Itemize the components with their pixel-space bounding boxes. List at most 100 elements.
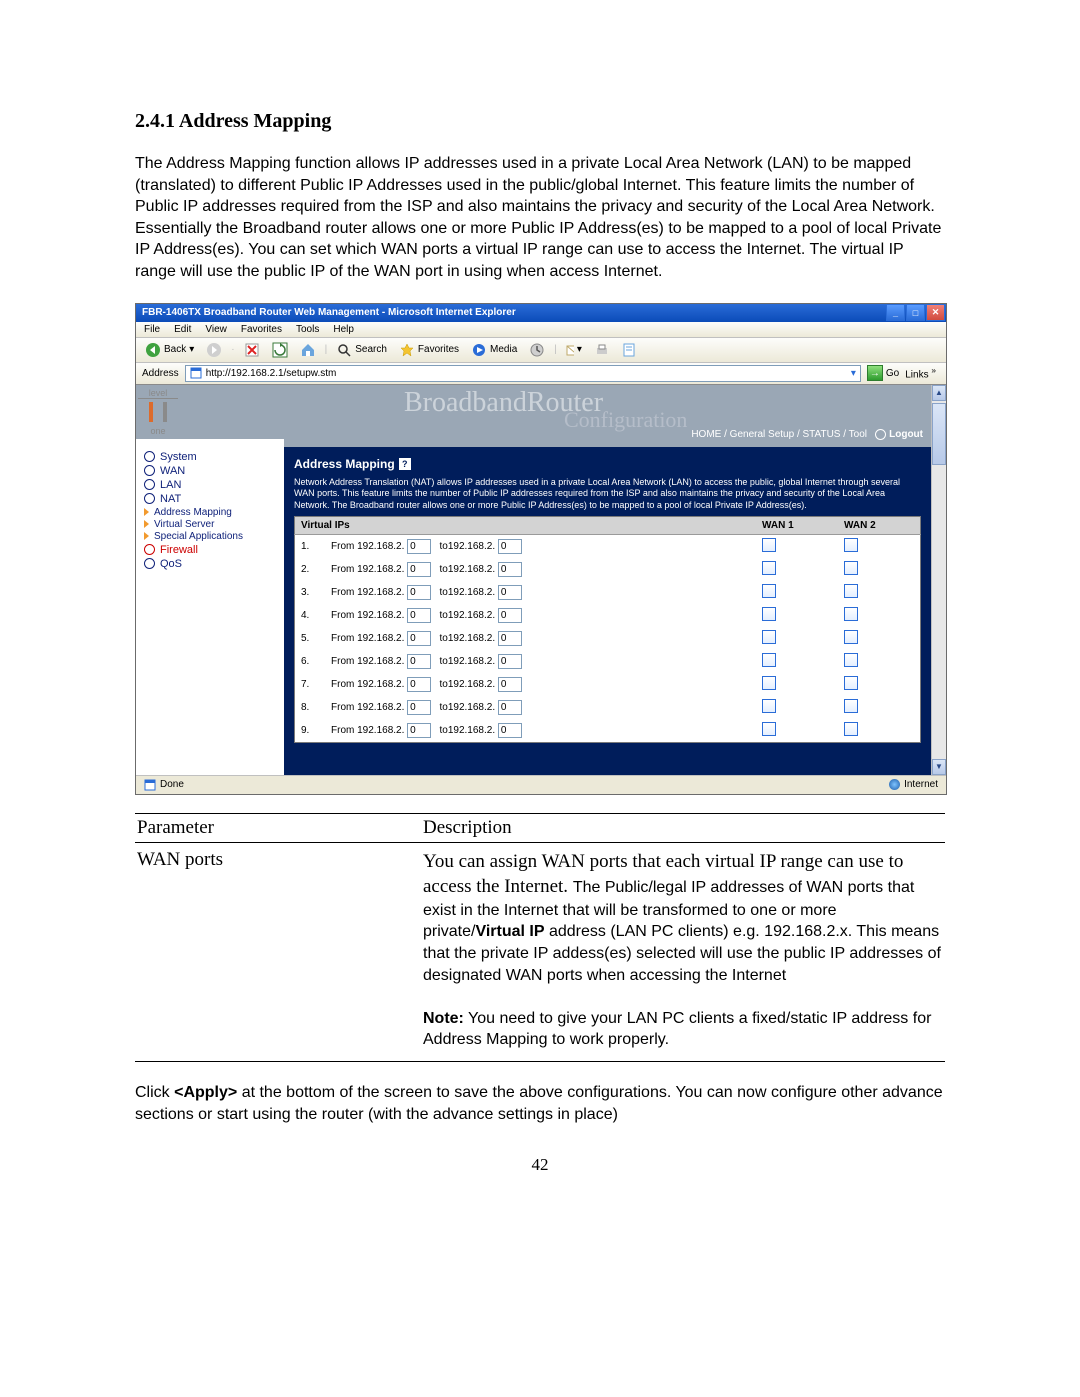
- virtual-ip-table: Virtual IPs WAN 1 WAN 2 1.From 192.168.2…: [294, 516, 921, 743]
- wan1-cell: [756, 604, 838, 627]
- help-icon[interactable]: ?: [399, 458, 411, 470]
- breadcrumb: HOME / General Setup / STATUS / Tool Log…: [691, 429, 923, 440]
- history-button[interactable]: [526, 341, 548, 359]
- wan2-checkbox[interactable]: [844, 538, 858, 552]
- from-input[interactable]: 0: [407, 562, 431, 577]
- menu-favorites[interactable]: Favorites: [241, 324, 282, 335]
- crumb-home[interactable]: HOME: [691, 430, 721, 441]
- table-row: 9.From 192.168.2. 0 to192.168.2. 0: [295, 719, 921, 743]
- print-button[interactable]: [591, 341, 613, 359]
- wan2-checkbox[interactable]: [844, 584, 858, 598]
- favorites-button[interactable]: Favorites: [396, 341, 462, 359]
- table-row: 1.From 192.168.2. 0 to192.168.2. 0: [295, 534, 921, 558]
- scrollbar[interactable]: ▲ ▼: [931, 385, 946, 775]
- stop-button[interactable]: [241, 341, 263, 359]
- menu-tools[interactable]: Tools: [296, 324, 319, 335]
- sidebar-item-firewall[interactable]: Firewall: [144, 544, 278, 556]
- wan1-checkbox[interactable]: [762, 607, 776, 621]
- panel-title: Address Mapping ?: [294, 457, 921, 471]
- scroll-down-button[interactable]: ▼: [932, 759, 946, 775]
- crumb-setup[interactable]: General Setup: [730, 430, 795, 441]
- wan2-cell: [838, 604, 921, 627]
- menu-file[interactable]: File: [144, 324, 160, 335]
- menu-view[interactable]: View: [205, 324, 227, 335]
- edit-button[interactable]: [619, 341, 641, 359]
- wan1-cell: [756, 627, 838, 650]
- from-input[interactable]: 0: [407, 631, 431, 646]
- crumb-tool[interactable]: Tool: [849, 430, 867, 441]
- links-button[interactable]: Links »: [905, 365, 940, 380]
- back-button[interactable]: Back ▾: [142, 341, 197, 359]
- row-number: 8.: [295, 696, 326, 719]
- from-input[interactable]: 0: [407, 608, 431, 623]
- home-button[interactable]: [297, 341, 319, 359]
- from-input[interactable]: 0: [407, 677, 431, 692]
- wan1-checkbox[interactable]: [762, 722, 776, 736]
- wan1-checkbox[interactable]: [762, 538, 776, 552]
- to-input[interactable]: 0: [498, 654, 522, 669]
- to-input[interactable]: 0: [498, 562, 522, 577]
- wan2-cell: [838, 627, 921, 650]
- wan2-cell: [838, 650, 921, 673]
- wan2-checkbox[interactable]: [844, 630, 858, 644]
- col-wan2: WAN 2: [838, 516, 921, 534]
- wan1-cell: [756, 650, 838, 673]
- addressbar: Address http://192.168.2.1/setupw.stm ▾ …: [136, 363, 946, 385]
- wan1-cell: [756, 719, 838, 743]
- close-button[interactable]: ✕: [926, 304, 945, 321]
- scroll-up-button[interactable]: ▲: [932, 385, 946, 401]
- menu-edit[interactable]: Edit: [174, 324, 191, 335]
- sidebar-item-qos[interactable]: QoS: [144, 558, 278, 570]
- wan2-checkbox[interactable]: [844, 607, 858, 621]
- wan2-checkbox[interactable]: [844, 561, 858, 575]
- crumb-status[interactable]: STATUS: [803, 430, 841, 441]
- to-input[interactable]: 0: [498, 631, 522, 646]
- wan1-checkbox[interactable]: [762, 630, 776, 644]
- wan1-checkbox[interactable]: [762, 584, 776, 598]
- to-input[interactable]: 0: [498, 585, 522, 600]
- from-input[interactable]: 0: [407, 723, 431, 738]
- to-input[interactable]: 0: [498, 723, 522, 738]
- sidebar-sub-address-mapping[interactable]: Address Mapping: [144, 507, 278, 518]
- to-input[interactable]: 0: [498, 700, 522, 715]
- wan2-checkbox[interactable]: [844, 653, 858, 667]
- wan2-checkbox[interactable]: [844, 699, 858, 713]
- sidebar-sub-special-apps[interactable]: Special Applications: [144, 531, 278, 542]
- minimize-button[interactable]: _: [886, 304, 905, 321]
- scroll-thumb[interactable]: [932, 403, 946, 465]
- address-input[interactable]: http://192.168.2.1/setupw.stm ▾: [185, 365, 861, 382]
- refresh-button[interactable]: [269, 341, 291, 359]
- wan1-checkbox[interactable]: [762, 676, 776, 690]
- maximize-button[interactable]: □: [906, 304, 925, 321]
- sidebar-sub-virtual-server[interactable]: Virtual Server: [144, 519, 278, 530]
- menu-help[interactable]: Help: [333, 324, 354, 335]
- to-input[interactable]: 0: [498, 677, 522, 692]
- wan1-checkbox[interactable]: [762, 653, 776, 667]
- to-input[interactable]: 0: [498, 539, 522, 554]
- sidebar-item-lan[interactable]: LAN: [144, 479, 278, 491]
- wan1-checkbox[interactable]: [762, 699, 776, 713]
- sidebar-item-system[interactable]: System: [144, 451, 278, 463]
- from-input[interactable]: 0: [407, 539, 431, 554]
- go-button[interactable]: → Go: [867, 365, 899, 381]
- mail-button[interactable]: ▾: [563, 341, 585, 359]
- from-input[interactable]: 0: [407, 700, 431, 715]
- wan2-checkbox[interactable]: [844, 676, 858, 690]
- media-button[interactable]: Media: [468, 341, 520, 359]
- row-number: 1.: [295, 534, 326, 558]
- wan2-checkbox[interactable]: [844, 722, 858, 736]
- search-button[interactable]: Search: [333, 341, 390, 359]
- sidebar-item-nat[interactable]: NAT: [144, 493, 278, 505]
- row-range: From 192.168.2. 0 to192.168.2. 0: [325, 650, 756, 673]
- parameter-table: Parameter Description WAN ports You can …: [135, 813, 945, 1062]
- param-header-left: Parameter: [135, 813, 421, 842]
- from-input[interactable]: 0: [407, 654, 431, 669]
- wan1-checkbox[interactable]: [762, 561, 776, 575]
- forward-button[interactable]: [203, 341, 225, 359]
- table-row: 3.From 192.168.2. 0 to192.168.2. 0: [295, 581, 921, 604]
- to-input[interactable]: 0: [498, 608, 522, 623]
- sidebar-item-wan[interactable]: WAN: [144, 465, 278, 477]
- from-input[interactable]: 0: [407, 585, 431, 600]
- address-label: Address: [142, 368, 179, 379]
- logout-link[interactable]: Logout: [889, 430, 923, 441]
